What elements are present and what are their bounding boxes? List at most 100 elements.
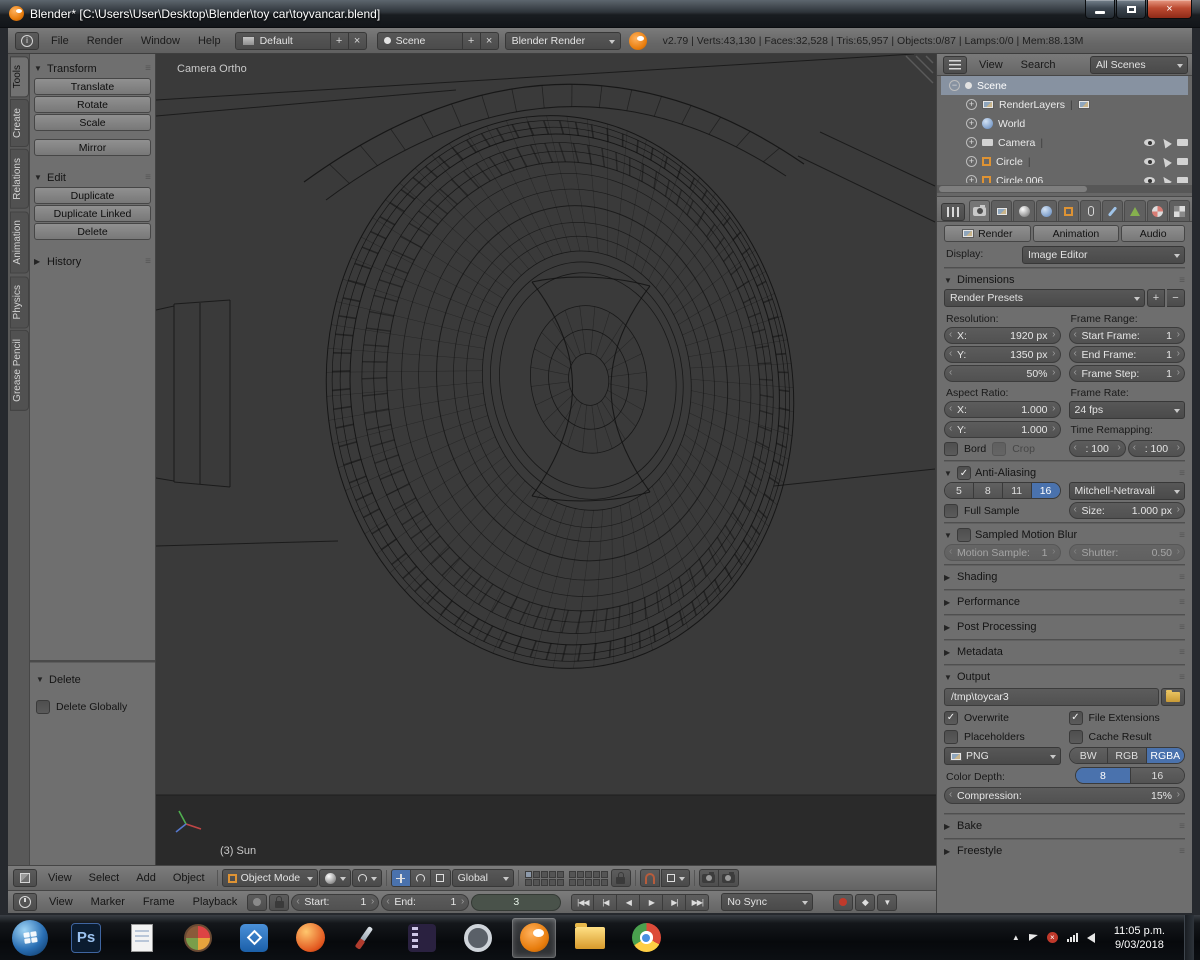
taskbar-blue-app[interactable] [232, 918, 276, 958]
translate-manipulator-button[interactable] [390, 869, 411, 887]
depth-16[interactable]: 16 [1130, 768, 1185, 783]
delete-globally-checkbox[interactable] [36, 699, 50, 714]
render-engine-dropdown[interactable]: Blender Render [504, 31, 621, 50]
scene-dropdown[interactable]: Scene [376, 31, 463, 50]
taskbar-notepad[interactable] [120, 918, 164, 958]
layers-right[interactable] [568, 870, 608, 886]
motion-sample-field[interactable]: Motion Sample: 1 [944, 544, 1061, 561]
compression-slider[interactable]: Compression: 15% [944, 787, 1185, 804]
auto-keyframe-button[interactable] [247, 893, 268, 911]
lock-to-scene-button[interactable] [610, 869, 631, 887]
render-button[interactable]: Render [944, 225, 1031, 242]
taskbar-orange-ball-app[interactable] [288, 918, 332, 958]
keyingset-lock-button[interactable] [269, 893, 290, 911]
network-icon[interactable] [1066, 933, 1078, 942]
editor-type-info-button[interactable]: i [15, 31, 39, 50]
tab-grease-pencil[interactable]: Grease Pencil [10, 330, 29, 411]
file-extensions-checkbox[interactable]: ✓ [1068, 710, 1083, 725]
mirror-button[interactable]: Mirror [34, 139, 151, 156]
edit-panel-header[interactable]: ▼ Edit ≡ [34, 169, 151, 186]
close-button[interactable]: × [1147, 0, 1192, 19]
aa-filter-dropdown[interactable]: Mitchell-Netravali [1068, 482, 1185, 500]
outliner-row-circle-006[interactable]: + Circle.006 [937, 171, 1192, 183]
expand-icon[interactable]: + [966, 137, 977, 148]
add-scene-button[interactable]: + [462, 31, 481, 50]
tab-scene[interactable] [1013, 200, 1035, 221]
orientation-dropdown[interactable]: Global [451, 869, 514, 887]
cache-result-checkbox[interactable] [1068, 729, 1083, 744]
delete-scene-button[interactable]: × [480, 31, 499, 50]
channel-rgb[interactable]: RGB [1108, 748, 1147, 763]
timeline-playback-menu[interactable]: Playback [185, 896, 246, 908]
alert-icon[interactable]: × [1046, 932, 1058, 943]
volume-icon[interactable] [1086, 932, 1095, 943]
duplicate-button[interactable]: Duplicate [34, 187, 151, 204]
visibility-icon[interactable] [1144, 177, 1155, 183]
visibility-icon[interactable] [1144, 158, 1155, 165]
outliner-row-camera[interactable]: + Camera | [937, 133, 1192, 152]
browse-output-button[interactable] [1161, 688, 1185, 706]
timeline-marker-menu[interactable]: Marker [83, 896, 133, 908]
metadata-panel-header[interactable]: ▶ Metadata ≡ [944, 640, 1185, 661]
add-menu[interactable]: Add [128, 872, 164, 884]
end-frame-field[interactable]: End Frame: 1 [1068, 346, 1185, 363]
current-frame-field[interactable]: 3 [471, 893, 562, 911]
view-menu[interactable]: View [40, 872, 80, 884]
start-button[interactable] [12, 919, 48, 956]
translate-button[interactable]: Translate [34, 78, 151, 95]
frame-rate-dropdown[interactable]: 24 fps [1068, 401, 1185, 419]
full-sample-checkbox[interactable] [944, 503, 958, 518]
anti-aliasing-checkbox[interactable]: ✓ [957, 466, 971, 480]
depth-8[interactable]: 8 [1076, 768, 1131, 783]
start-frame-field[interactable]: Start Frame: 1 [1068, 327, 1185, 344]
sync-dropdown[interactable]: No Sync [721, 893, 814, 911]
jump-to-end-button[interactable]: ▶▶| [686, 893, 710, 911]
viewport-shading-dropdown[interactable] [318, 869, 351, 887]
expand-icon[interactable]: + [966, 118, 977, 129]
aa-size-field[interactable]: Size: 1.000 px [1068, 502, 1185, 519]
transform-panel-header[interactable]: ▼ Transform ≡ [34, 60, 151, 77]
taskbar-explorer[interactable] [568, 918, 612, 958]
timeline-frame-menu[interactable]: Frame [135, 896, 183, 908]
renderability-icon[interactable] [1177, 177, 1188, 183]
tab-constraints[interactable] [1080, 200, 1102, 221]
menu-file[interactable]: File [43, 35, 77, 47]
next-keyframe-button[interactable]: ▶| [663, 893, 687, 911]
minimize-button[interactable] [1085, 0, 1115, 19]
select-menu[interactable]: Select [81, 872, 128, 884]
remap-new-field[interactable]: : 100 [1127, 440, 1185, 457]
outliner-view-menu[interactable]: View [971, 59, 1011, 71]
keying-set-button[interactable]: ◆ [855, 893, 876, 911]
post-processing-panel-header[interactable]: ▶ Post Processing ≡ [944, 615, 1185, 636]
tab-tools[interactable]: Tools [10, 56, 29, 98]
delete-layout-button[interactable]: × [348, 31, 367, 50]
aa-samples-16[interactable]: 16 [1031, 483, 1060, 498]
overwrite-checkbox[interactable]: ✓ [944, 710, 958, 725]
rotate-button[interactable]: Rotate [34, 96, 151, 113]
motion-blur-checkbox[interactable] [957, 528, 971, 542]
dimensions-panel-header[interactable]: ▼ Dimensions ≡ [944, 268, 1185, 289]
placeholders-checkbox[interactable] [944, 729, 958, 744]
resolution-x-field[interactable]: X: 1920 px [944, 327, 1061, 344]
resolution-y-field[interactable]: Y: 1350 px [944, 346, 1061, 363]
renderability-icon[interactable] [1177, 158, 1188, 165]
border-checkbox[interactable] [944, 441, 958, 456]
snap-element-dropdown[interactable] [660, 869, 690, 887]
output-panel-header[interactable]: ▼ Output ≡ [944, 665, 1185, 686]
audio-button[interactable]: Audio [1121, 225, 1185, 242]
collapse-icon[interactable]: − [949, 80, 960, 91]
action-center-flag-icon[interactable] [1028, 934, 1038, 941]
tab-render[interactable] [969, 200, 991, 221]
display-dropdown[interactable]: Image Editor [1022, 246, 1185, 264]
editor-type-outliner-button[interactable] [943, 55, 967, 74]
screen-layout-dropdown[interactable]: Default [234, 31, 331, 50]
taskbar-ring-app[interactable] [456, 918, 500, 958]
aa-samples-11[interactable]: 11 [1002, 483, 1032, 498]
history-panel-header[interactable]: ▶ History ≡ [34, 253, 151, 270]
tab-physics[interactable]: Physics [10, 275, 29, 328]
resolution-percent-slider[interactable]: 50% [944, 365, 1061, 382]
visibility-icon[interactable] [1144, 139, 1155, 146]
opengl-render-still-button[interactable] [698, 869, 719, 887]
editor-type-properties-button[interactable] [941, 203, 965, 221]
remap-old-field[interactable]: : 100 [1068, 440, 1126, 457]
